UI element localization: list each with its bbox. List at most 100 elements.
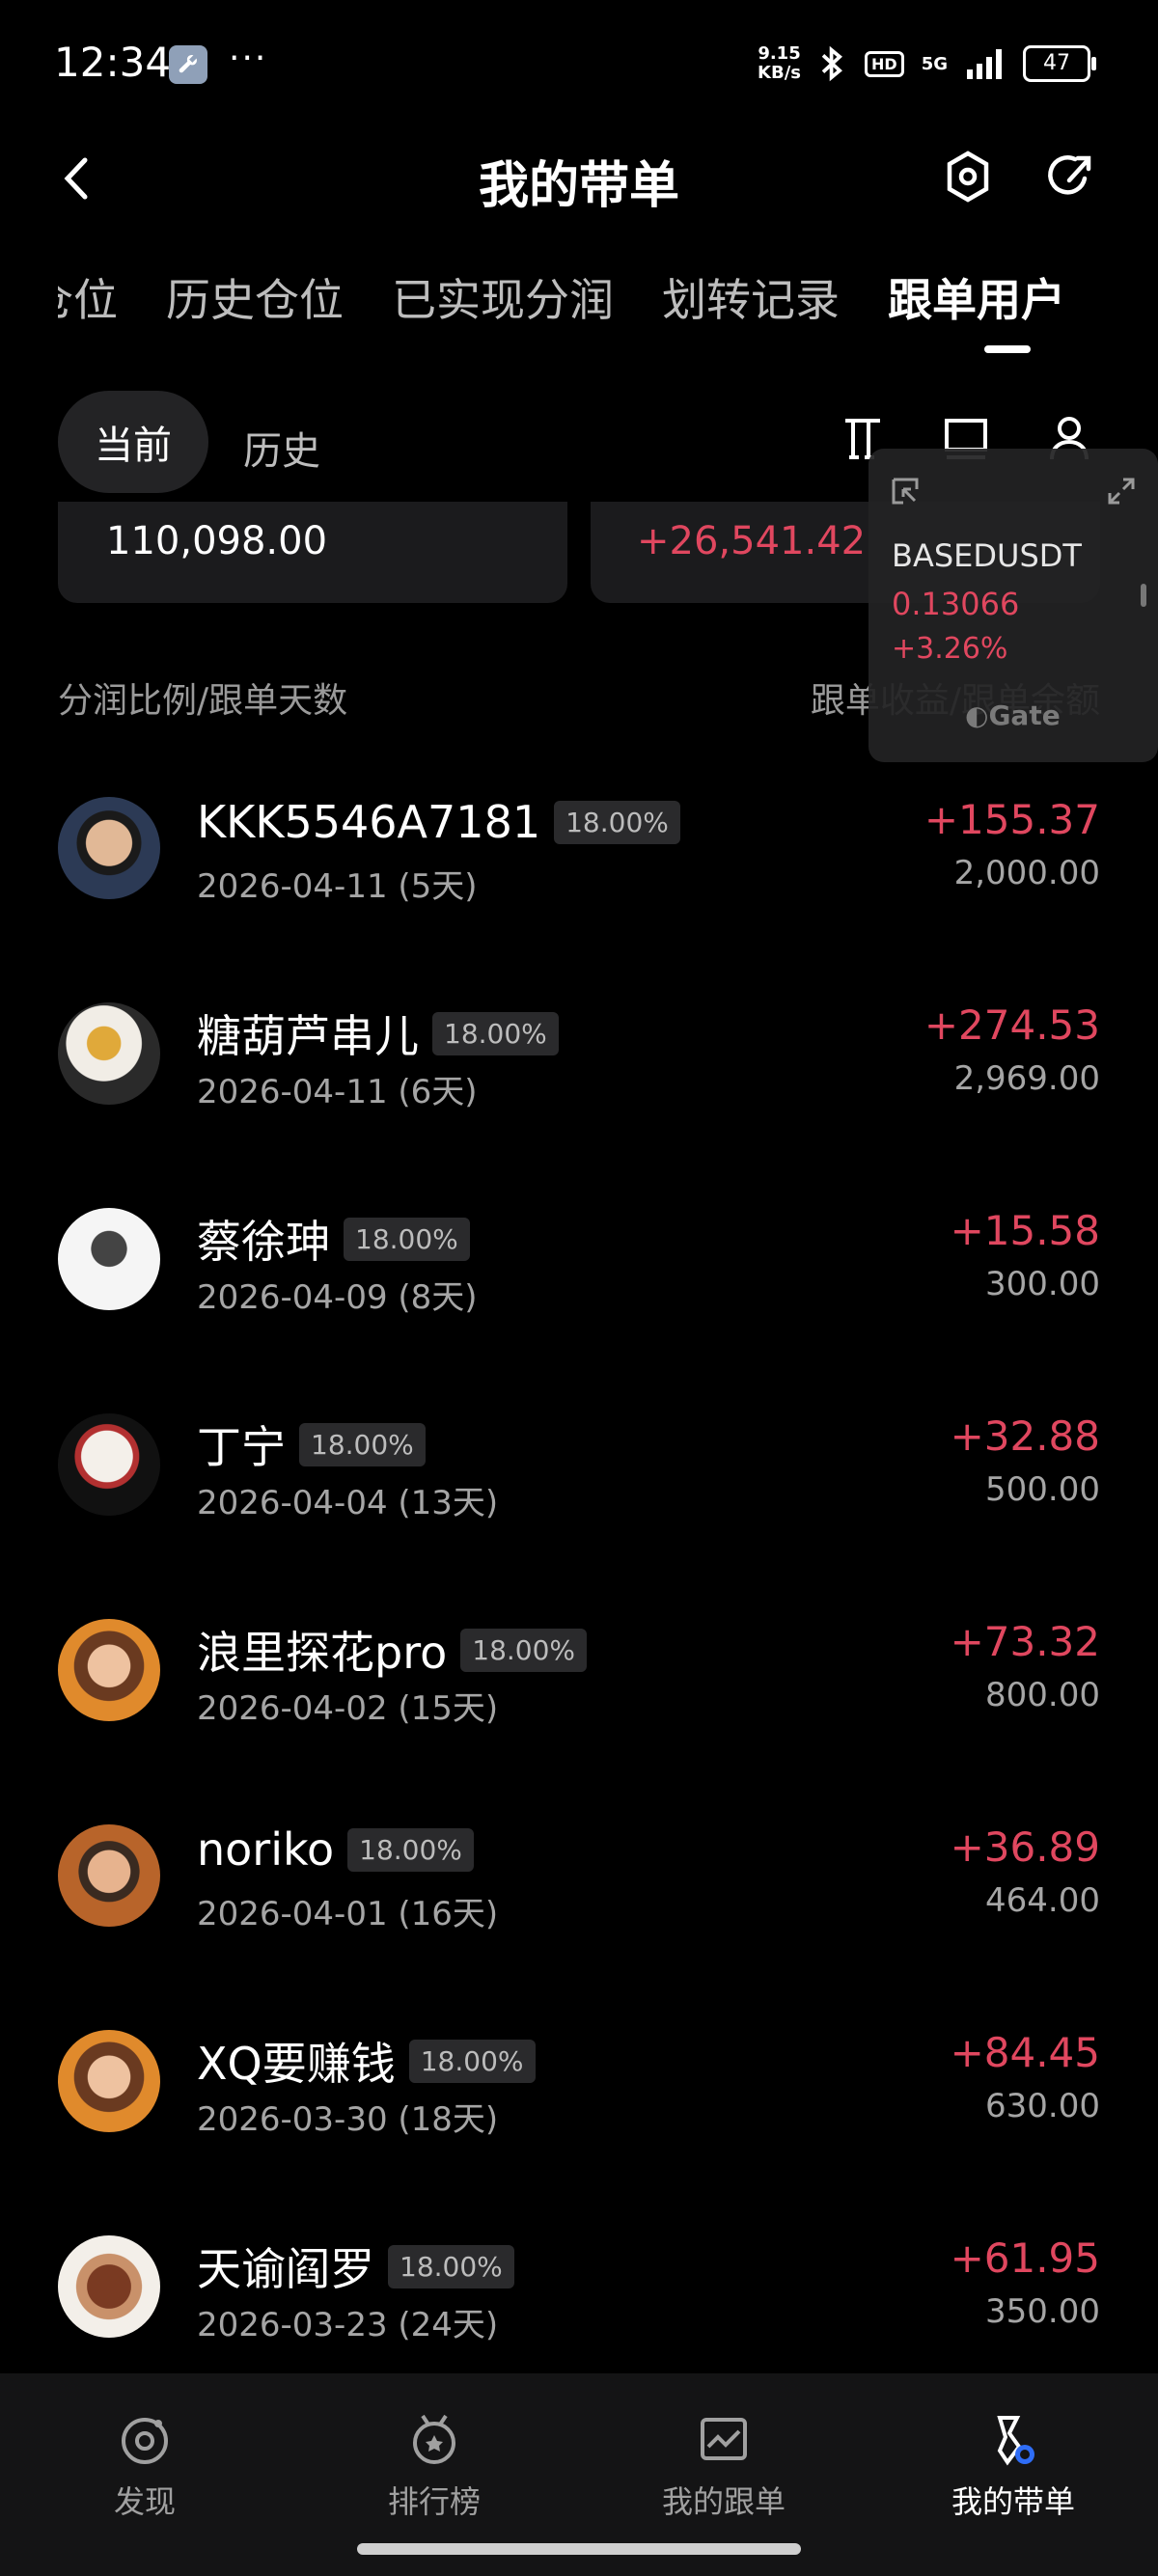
battery-icon: 47: [1023, 45, 1096, 82]
ratio-badge: 18.00%: [299, 1422, 426, 1466]
follower-row[interactable]: 蔡徐珅 18.00% 2026-04-09 (8天) +15.58 300.00: [0, 1157, 1158, 1362]
status-right-icons: 9.15 KB/s HD 5G 47: [758, 43, 1096, 83]
share-icon: [1048, 155, 1091, 195]
follower-name: 糖葫芦串儿: [197, 1010, 419, 1062]
follow-amount: 630.00: [985, 2087, 1100, 2125]
tab-transfer-records[interactable]: 划转记录: [662, 265, 840, 352]
my-copy-icon: [701, 2418, 747, 2460]
more-dots-icon: ···: [229, 38, 268, 78]
ranking-icon: [413, 2414, 455, 2464]
avatar: [58, 2030, 160, 2132]
net-speed: 9.15 KB/s: [758, 43, 802, 83]
follow-date: 2026-04-04 (13天): [197, 1484, 499, 1522]
follower-name: 丁宁: [197, 1421, 286, 1473]
avatar: [58, 1619, 160, 1721]
follow-amount: 300.00: [985, 1265, 1100, 1303]
ratio-badge: 18.00%: [347, 1827, 474, 1872]
gate-logo: ◐Gate: [965, 699, 1061, 731]
wrench-icon: [169, 45, 207, 84]
column-header-left: 分润比例/跟单天数: [58, 681, 348, 721]
avatar: [58, 797, 160, 899]
minimize-icon[interactable]: [890, 476, 921, 507]
status-left-icons: ···: [169, 39, 267, 84]
tab-realized-profit[interactable]: 已实现分润: [392, 265, 614, 352]
ticker-change: +3.26%: [892, 632, 1008, 666]
follower-row[interactable]: 丁宁 18.00% 2026-04-04 (13天) +32.88 500.00: [0, 1362, 1158, 1568]
status-time: 12:34: [54, 39, 172, 86]
summary-profit: +26,541.42: [637, 519, 867, 563]
gear-icon: [947, 151, 989, 203]
follow-amount: 500.00: [985, 1470, 1100, 1509]
segment-current[interactable]: 当前: [58, 391, 208, 493]
avatar: [58, 2235, 160, 2338]
follower-row[interactable]: noriko 18.00% 2026-04-01 (16天) +36.89 464…: [0, 1773, 1158, 1979]
share-button[interactable]: [1046, 150, 1094, 207]
follower-row[interactable]: KKK5546A7181 18.00% 2026-04-11 (5天) +155.…: [0, 746, 1158, 951]
ratio-badge: 18.00%: [408, 2039, 536, 2083]
follow-date: 2026-03-23 (24天): [197, 2306, 499, 2344]
settings-button[interactable]: [944, 150, 992, 207]
discover-icon: [122, 2418, 168, 2464]
follower-row[interactable]: 糖葫芦串儿 18.00% 2026-04-11 (6天) +274.53 2,96…: [0, 951, 1158, 1157]
home-indicator: [357, 2543, 801, 2555]
tab-followers[interactable]: 跟单用户: [888, 265, 1065, 352]
avatar: [58, 1208, 160, 1310]
follow-profit: +84.45: [950, 2029, 1100, 2076]
follower-name: 浪里探花pro: [197, 1627, 448, 1679]
ratio-badge: 18.00%: [388, 2244, 514, 2288]
follow-profit: +32.88: [950, 1412, 1100, 1460]
follow-date: 2026-04-11 (6天): [197, 1073, 478, 1111]
summary-balance: 110,098.00: [106, 519, 328, 563]
hd-badge: HD: [865, 50, 904, 77]
follower-row[interactable]: 天谕阎罗 18.00% 2026-03-23 (24天) +61.95 350.0…: [0, 2184, 1158, 2390]
ratio-badge: 18.00%: [344, 1217, 470, 1261]
tab-history-positions[interactable]: 历史仓位: [166, 265, 344, 352]
follow-date: 2026-04-02 (15天): [197, 1689, 499, 1728]
follow-profit: +36.89: [950, 1823, 1100, 1871]
nav-my-copy[interactable]: 我的跟单: [627, 2412, 820, 2522]
expand-icon[interactable]: [1106, 476, 1137, 507]
follower-name: 蔡徐珅: [197, 1216, 330, 1268]
tab-bar: 仓位 历史仓位 已实现分润 划转记录 跟单用户: [58, 265, 1158, 352]
follow-date: 2026-04-09 (8天): [197, 1278, 478, 1317]
widget-scrollbar: [1141, 584, 1146, 607]
follow-amount: 2,000.00: [953, 854, 1100, 892]
segment-history[interactable]: 历史: [243, 420, 320, 476]
ticker-price: 0.13066: [892, 586, 1020, 622]
follow-amount: 350.00: [985, 2292, 1100, 2331]
network-type: 5G: [921, 53, 948, 74]
follower-name: 天谕阎罗: [197, 2243, 374, 2295]
nav-my-lead[interactable]: 我的带单: [917, 2412, 1110, 2522]
follow-amount: 464.00: [985, 1881, 1100, 1920]
follow-profit: +73.32: [950, 1618, 1100, 1665]
avatar: [58, 1413, 160, 1516]
follow-date: 2026-04-01 (16天): [197, 1895, 499, 1933]
follower-name: noriko: [197, 1823, 335, 1876]
ratio-badge: 18.00%: [554, 800, 680, 844]
follow-profit: +274.53: [924, 1001, 1100, 1049]
floating-ticker-widget[interactable]: BASEDUSDT 0.13066 +3.26% ◐Gate: [868, 449, 1158, 762]
follow-date: 2026-04-11 (5天): [197, 867, 478, 906]
follow-date: 2026-03-30 (18天): [197, 2100, 499, 2139]
ratio-badge: 18.00%: [432, 1011, 559, 1055]
follower-name: XQ要赚钱: [197, 2038, 396, 2090]
follow-profit: +15.58: [950, 1207, 1100, 1254]
follow-amount: 800.00: [985, 1676, 1100, 1714]
follow-profit: +155.37: [924, 796, 1100, 843]
nav-ranking[interactable]: 排行榜: [338, 2412, 531, 2522]
bluetooth-icon: [821, 45, 842, 82]
tab-positions[interactable]: 仓位: [58, 265, 118, 352]
avatar: [58, 1824, 160, 1927]
follower-name: KKK5546A7181: [197, 796, 541, 848]
tab-active-indicator: [984, 345, 1031, 353]
nav-discover[interactable]: 发现: [48, 2412, 241, 2522]
follower-row[interactable]: 浪里探花pro 18.00% 2026-04-02 (15天) +73.32 80…: [0, 1568, 1158, 1773]
follow-amount: 2,969.00: [953, 1059, 1100, 1098]
ticker-symbol: BASEDUSDT: [892, 537, 1082, 574]
follower-row[interactable]: XQ要赚钱 18.00% 2026-03-30 (18天) +84.45 630.…: [0, 1979, 1158, 2184]
summary-card-balance: 110,098.00: [58, 502, 567, 603]
signal-icon: [967, 49, 1002, 79]
ratio-badge: 18.00%: [460, 1628, 588, 1672]
avatar: [58, 1002, 160, 1105]
my-lead-icon: [997, 2416, 1034, 2466]
